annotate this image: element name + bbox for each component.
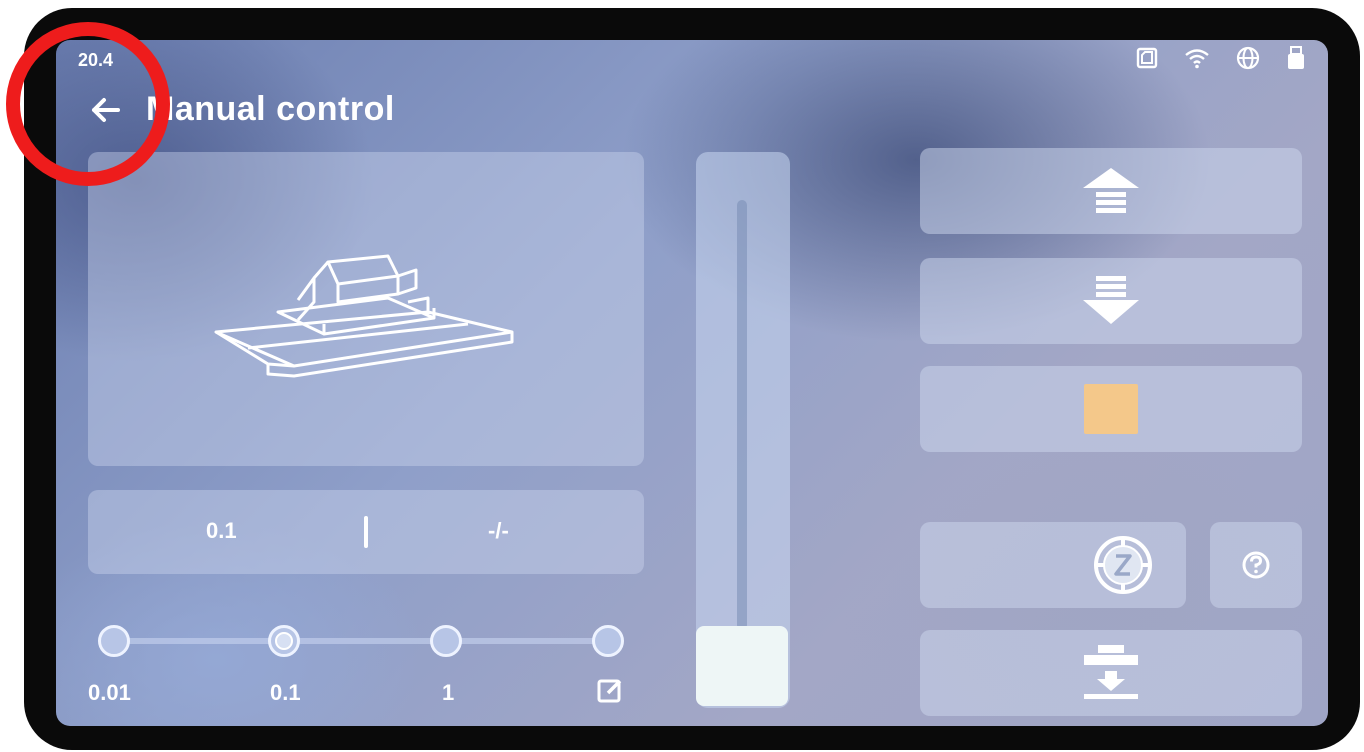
z-home-button[interactable] <box>920 522 1186 608</box>
move-down-icon <box>1083 276 1139 324</box>
z-slider-thumb[interactable] <box>696 626 788 706</box>
stop-button[interactable] <box>920 366 1302 452</box>
move-up-icon <box>1083 168 1139 213</box>
step-option-custom[interactable] <box>592 625 624 657</box>
usb-drive-icon <box>1286 46 1306 70</box>
help-button[interactable] <box>1210 522 1302 608</box>
screen: 20.4 Manual control 0.1 -/- 0.01 0.1 1 <box>56 40 1328 726</box>
move-down-button[interactable] <box>920 258 1302 344</box>
globe-icon <box>1236 46 1260 70</box>
status-icons <box>1136 46 1306 70</box>
z-slider[interactable] <box>696 152 790 708</box>
position-value: -/- <box>488 518 509 543</box>
lower-platform-icon <box>1084 645 1138 699</box>
step-value: 0.1 <box>206 518 237 543</box>
lower-platform-button[interactable] <box>920 630 1302 716</box>
printer-platform-illustration <box>214 254 514 378</box>
stop-icon <box>1084 384 1138 434</box>
edit-icon <box>597 679 622 703</box>
highlight-circle <box>6 22 170 186</box>
step-label-0.01: 0.01 <box>88 680 131 705</box>
step-track <box>108 638 618 644</box>
edit-step-button[interactable] <box>596 676 624 709</box>
readout-divider <box>364 516 368 548</box>
wifi-icon <box>1184 47 1210 69</box>
page-title: Manual control <box>146 90 395 128</box>
move-up-button[interactable] <box>920 148 1302 234</box>
z-home-icon <box>1094 536 1152 594</box>
step-label-1: 1 <box>442 680 455 705</box>
step-option-0.01[interactable] <box>98 625 130 657</box>
z-slider-groove <box>737 200 747 630</box>
step-option-1[interactable] <box>430 625 462 657</box>
position-readout: 0.1 -/- <box>88 490 644 574</box>
step-label-0.1: 0.1 <box>270 680 301 705</box>
help-icon <box>1242 551 1270 579</box>
printer-illustration-panel <box>88 152 644 466</box>
step-option-0.1[interactable] <box>268 625 300 657</box>
sd-card-icon <box>1136 47 1158 69</box>
